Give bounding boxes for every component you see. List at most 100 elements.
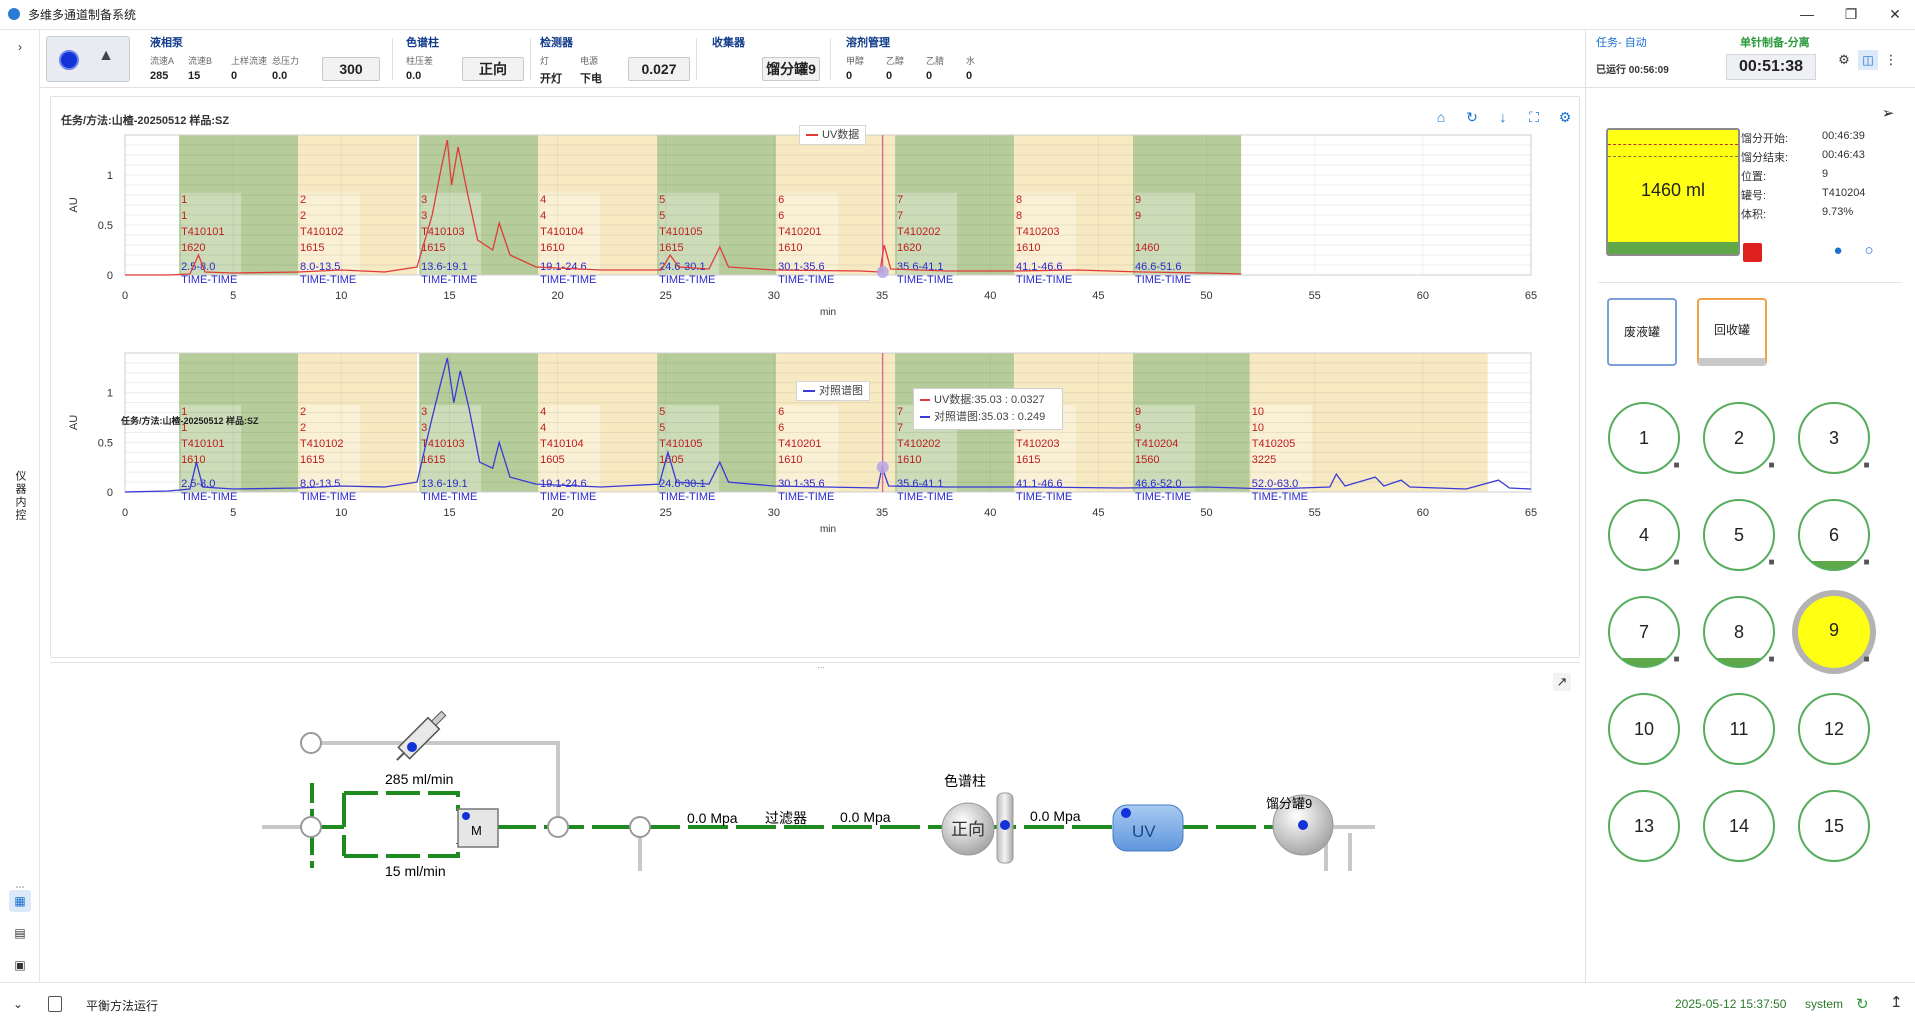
x-tick-label: 15 [443, 290, 455, 302]
lock-all-icon[interactable]: ● [1827, 242, 1849, 264]
network-icon[interactable]: ⚙ [1834, 50, 1854, 70]
x-tick-label: 35 [876, 507, 888, 519]
fraction-text: 1560 [1135, 454, 1159, 466]
tank-label: 馏分罐9 [1266, 796, 1312, 811]
position-10[interactable]: 10 [1608, 693, 1680, 765]
recycle-tank-button[interactable]: 回收罐 [1697, 298, 1767, 366]
fraction-text: 1615 [300, 242, 324, 254]
column-label-flow: 色谱柱 [944, 773, 986, 789]
x-tick-label: 20 [551, 507, 563, 519]
position-label: 14 [1728, 816, 1750, 836]
chart1-legend[interactable]: UV数据 [799, 125, 867, 145]
chart1-legend-label: UV数据 [822, 129, 860, 141]
minimize-icon[interactable]: — [1792, 3, 1822, 25]
collapse-up-icon[interactable]: ↥ [1890, 993, 1903, 1011]
mixer-label: M [471, 823, 482, 838]
pin-icon[interactable]: ➢ [1878, 104, 1898, 124]
info-value: T410204 [1822, 187, 1866, 199]
fraction-text: 4 [540, 194, 546, 206]
pump-setpoint-box[interactable]: 300 [322, 57, 380, 81]
dashboard-icon[interactable]: ▦ [9, 890, 31, 912]
task-timer: 00:51:38 [1726, 54, 1816, 80]
y-axis-label: AU [68, 197, 80, 212]
fraction-text: 9 [1135, 210, 1141, 222]
run-status-box: ▲ [46, 36, 130, 82]
lock-icon[interactable]: ■ [1860, 460, 1873, 471]
position-12[interactable]: 12 [1798, 693, 1870, 765]
fraction-time-label: TIME-TIME [300, 274, 356, 286]
collector-box[interactable]: 馏分罐9 [762, 57, 820, 81]
user-name: system [1805, 997, 1844, 1011]
rail-vertical-label[interactable]: 仪器内控 [12, 470, 28, 522]
detector-reading-box[interactable]: 0.027 [628, 57, 690, 81]
more-icon[interactable]: ⋮ [1884, 50, 1898, 70]
position-label: 12 [1823, 719, 1845, 739]
lock-icon[interactable]: ■ [1765, 654, 1778, 665]
alarm-icon[interactable]: ▲ [95, 47, 117, 71]
close-icon[interactable]: ✕ [1880, 3, 1910, 25]
pump-value: 0.0 [272, 70, 288, 82]
chevron-right-icon[interactable]: › [9, 36, 31, 58]
unlock-all-icon[interactable]: ○ [1858, 242, 1880, 264]
fraction-time-label: TIME-TIME [1016, 491, 1072, 503]
position-13[interactable]: 13 [1608, 790, 1680, 862]
fraction-text: T410205 [1252, 438, 1295, 450]
stop-button[interactable] [1743, 243, 1762, 262]
position-14[interactable]: 14 [1703, 790, 1775, 862]
fraction-text: T410201 [778, 438, 821, 450]
fraction-text: 1610 [540, 242, 564, 254]
detector-label: 电源 [580, 56, 599, 66]
x-tick-label: 60 [1417, 290, 1429, 302]
title-bar: 多维多通道制备系统 — ❐ ✕ [0, 0, 1915, 30]
fraction-time-label: TIME-TIME [1016, 274, 1072, 286]
fraction-text: 1610 [778, 454, 802, 466]
fraction-text: 1610 [181, 454, 205, 466]
lock-icon[interactable]: ■ [1765, 557, 1778, 568]
column-direction-box[interactable]: 正向 [462, 57, 524, 81]
layout-icon[interactable]: ◫ [1858, 50, 1878, 70]
lock-icon[interactable]: ■ [1860, 557, 1873, 568]
chart2-legend[interactable]: 对照谱图 [796, 381, 870, 401]
fraction-text: 5 [659, 210, 665, 222]
detector-group: 检测器 灯 电源 开灯 下电 0.027 [540, 34, 730, 85]
fraction-time-label: TIME-TIME [540, 491, 596, 503]
report-icon[interactable]: ▣ [9, 954, 31, 976]
fraction-text: T410104 [540, 438, 583, 450]
info-key: 馏分开始: [1741, 133, 1789, 145]
lock-icon[interactable]: ■ [1670, 460, 1683, 471]
task-label: 任务- 自动 [1596, 37, 1647, 49]
position-11[interactable]: 11 [1703, 693, 1775, 765]
chromatogram-svg[interactable]: 11T41010116202.5-8.0TIME-TIME22T41010216… [51, 97, 1581, 659]
fraction-time-label: TIME-TIME [659, 491, 715, 503]
info-value: 9 [1822, 168, 1829, 180]
solvent-value: 0 [886, 70, 893, 82]
log-icon[interactable] [48, 996, 62, 1012]
x-tick-label: 30 [768, 290, 780, 302]
filter-label: 过滤器 [765, 810, 807, 826]
maximize-icon[interactable]: ❐ [1836, 3, 1866, 25]
fraction-time-label: TIME-TIME [181, 491, 237, 503]
detector-value: 开灯 [540, 73, 562, 85]
document-icon[interactable]: ▤ [9, 922, 31, 944]
position-15[interactable]: 15 [1798, 790, 1870, 862]
chevron-down-icon[interactable]: ⌄ [13, 997, 23, 1011]
fraction-range: 30.1-35.6 [778, 261, 824, 273]
lock-icon[interactable]: ■ [1765, 460, 1778, 471]
sync-icon[interactable]: ↻ [1856, 995, 1869, 1013]
x-tick-label: 5 [230, 507, 236, 519]
lock-icon[interactable]: ■ [1670, 557, 1683, 568]
position-label: 4 [1638, 525, 1649, 545]
fraction-text: T410103 [421, 438, 464, 450]
info-value: 9.73% [1822, 206, 1854, 218]
fraction-text: T410203 [1016, 438, 1059, 450]
pressure3-label: 0.0 Mpa [1030, 808, 1081, 824]
pump-label: 上样流速 [231, 56, 268, 66]
position-label: 6 [1828, 525, 1839, 545]
y-tick-label: 0.5 [98, 220, 113, 232]
solvent-value: 0 [846, 70, 853, 82]
lock-icon[interactable]: ■ [1670, 654, 1683, 665]
fraction-text: 5 [659, 406, 665, 418]
lock-icon[interactable]: ■ [1860, 654, 1873, 665]
fraction-text: T410101 [181, 226, 224, 238]
waste-tank-button[interactable]: 废液罐 [1607, 298, 1677, 366]
